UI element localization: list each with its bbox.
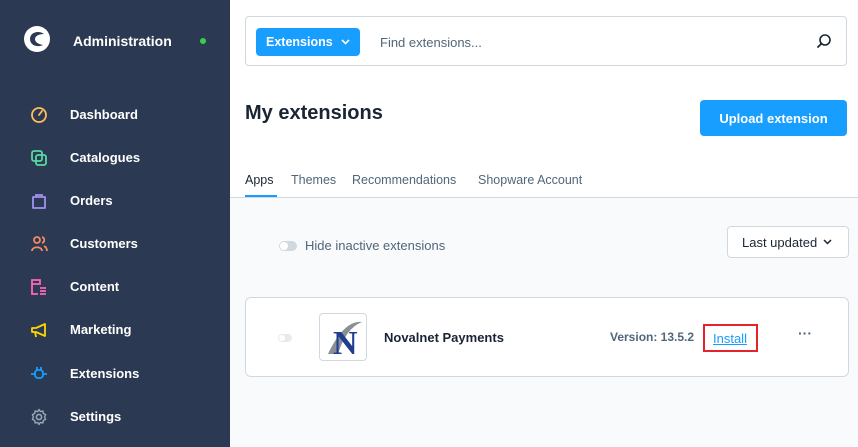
upload-extension-button[interactable]: Upload extension (700, 100, 847, 136)
chevron-down-icon (823, 239, 832, 245)
tab-themes[interactable]: Themes (291, 173, 336, 187)
catalog-icon (31, 150, 47, 166)
megaphone-icon (31, 323, 46, 338)
extension-name: Novalnet Payments (384, 330, 504, 345)
sidebar-item-label: Content (70, 279, 120, 294)
sidebar-item-label: Dashboard (70, 107, 138, 122)
search-icon[interactable] (816, 33, 832, 49)
sidebar-item-label: Customers (70, 236, 138, 251)
sidebar-item-dashboard[interactable]: Dashboard (0, 96, 230, 136)
tab-apps[interactable]: Apps (245, 173, 274, 187)
extension-card: N Novalnet Payments Version: 13.5.2 Inst… (245, 297, 849, 377)
extension-active-toggle[interactable] (278, 334, 292, 342)
sidebar-item-customers[interactable]: Customers (0, 225, 230, 265)
users-icon (31, 236, 48, 252)
sidebar-item-label: Settings (70, 409, 122, 424)
sidebar-item-label: Orders (70, 193, 113, 208)
sidebar: Administration Dashboard Catalogues Orde… (0, 0, 230, 447)
sidebar-brand-title: Administration (73, 33, 172, 49)
plug-icon (31, 367, 47, 379)
extension-logo: N (319, 313, 367, 361)
sidebar-item-label: Extensions (70, 366, 140, 381)
sidebar-item-marketing[interactable]: Marketing (0, 311, 230, 351)
gear-icon (31, 408, 47, 426)
sidebar-item-extensions[interactable]: Extensions (0, 355, 230, 395)
novalnet-logo-icon: N (328, 321, 362, 361)
active-tab-indicator (245, 195, 277, 197)
sidebar-brand: Administration (0, 0, 230, 84)
search-type-dropdown[interactable]: Extensions (256, 28, 360, 56)
tab-shopware-account[interactable]: Shopware Account (478, 173, 582, 187)
search-bar: Extensions (245, 16, 847, 66)
gauge-icon (31, 107, 47, 123)
sidebar-item-orders[interactable]: Orders (0, 182, 230, 222)
tab-recommendations[interactable]: Recommendations (352, 173, 456, 187)
install-highlight-box: Install (703, 324, 758, 352)
svg-text:N: N (333, 325, 358, 361)
more-actions-button[interactable]: ··· (794, 325, 816, 347)
hide-inactive-label: Hide inactive extensions (305, 238, 446, 253)
sidebar-item-catalogues[interactable]: Catalogues (0, 139, 230, 179)
install-link[interactable]: Install (713, 331, 747, 346)
shopware-logo-icon (24, 26, 50, 52)
chevron-down-icon (341, 39, 350, 45)
status-dot (200, 38, 206, 44)
sidebar-item-label: Catalogues (70, 150, 141, 165)
hide-inactive-toggle[interactable] (279, 241, 297, 251)
search-input[interactable] (380, 30, 800, 54)
sidebar-item-content[interactable]: Content (0, 268, 230, 308)
content-icon (31, 279, 46, 295)
search-type-label: Extensions (266, 35, 333, 49)
sort-select[interactable]: Last updated (727, 226, 849, 258)
shopping-bag-icon (32, 194, 46, 209)
tab-bar: Apps Themes Recommendations Shopware Acc… (230, 164, 858, 198)
sidebar-item-settings[interactable]: Settings (0, 398, 230, 438)
extension-version: Version: 13.5.2 (610, 330, 695, 344)
sort-select-label: Last updated (742, 234, 818, 250)
sidebar-item-label: Marketing (70, 322, 132, 337)
page-title: My extensions (245, 102, 383, 124)
